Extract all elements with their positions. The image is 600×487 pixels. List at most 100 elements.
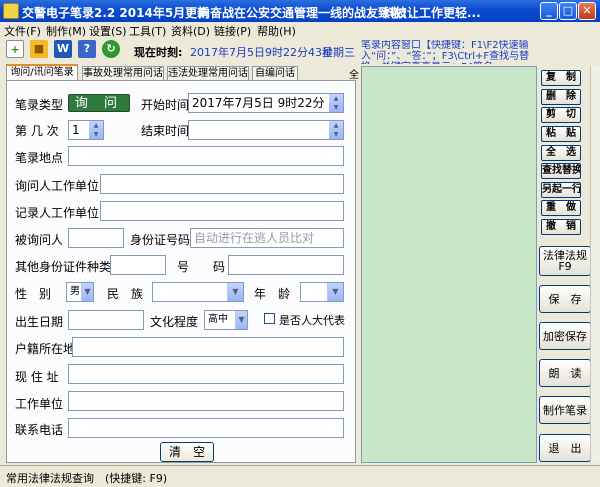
window-tagline: 科技让工作更轻... [383,6,481,20]
phone-input[interactable] [68,418,344,438]
app-icon [3,3,19,19]
times-value: 1 [72,123,80,137]
close-icon[interactable]: ✕ [578,2,596,20]
birth-label: 出生日期 [15,315,64,329]
start-time-field[interactable]: 2017年7月5日 9时22分 ▲ ▼ [188,93,344,113]
nation-label: 民 族 [107,287,144,301]
exit-button[interactable]: 退 出 [539,434,591,462]
household-input[interactable] [72,337,344,357]
maximize-icon[interactable]: □ [559,2,577,20]
paste-button[interactable]: 粘 贴 [541,126,581,142]
end-time-label: 结束时间 [141,124,190,138]
nation-select[interactable]: ▼ [152,282,244,302]
gender-select[interactable]: 男 ▼ [66,282,94,302]
record-type-label: 笔录类型 [15,98,64,112]
menu-links[interactable]: 链接(P) [214,23,251,39]
interrogator-unit-input[interactable] [100,174,344,194]
person-label: 被询问人 [15,233,64,247]
encrypt-save-button[interactable]: 加密保存 [539,322,591,350]
times-spin-icon[interactable]: ▲ ▼ [89,121,103,139]
education-select[interactable]: 高中 ▼ [204,310,248,330]
menu-data[interactable]: 资料(D) [171,23,210,39]
chevron-down-icon[interactable]: ▼ [227,283,243,301]
chevron-down-icon[interactable]: ▼ [235,311,247,329]
times-stepper[interactable]: 1 ▲ ▼ [68,120,104,140]
notes-editor[interactable] [361,66,537,463]
new-line-button[interactable]: 另起一行 [541,182,581,198]
undo-button[interactable]: 撤 销 [541,219,581,235]
menu-tools[interactable]: 工具(T) [129,23,166,39]
word-icon[interactable]: W [54,40,72,58]
work-unit-input[interactable] [68,391,344,411]
time-label: 现在时刻: [134,46,183,59]
help-icon[interactable]: ? [78,40,96,58]
npc-checkbox[interactable] [264,313,275,324]
location-label: 笔录地点 [15,151,64,165]
notes-header: 笔录内容窗口【快捷键：F1\F2快速输入“问：”、“答：”；F3\Ctrl+F查… [361,40,530,64]
id-number-input[interactable]: 自动进行在逃人员比对 [190,228,344,248]
save-icon[interactable]: ■ [30,40,48,58]
phone-label: 联系电话 [15,423,64,437]
tab-all[interactable]: 全 [349,66,359,81]
end-time-field[interactable]: ▲ ▼ [188,120,344,140]
id-number-label: 身份证号码 [130,233,191,247]
make-record-button[interactable]: 制作笔录 [539,396,591,424]
tab-accident-questions[interactable]: 事故处理常用问话 [82,66,164,81]
minimize-icon[interactable]: _ [540,2,558,20]
menu-help[interactable]: 帮助(H) [257,23,296,39]
select-all-button[interactable]: 全 选 [541,145,581,161]
gender-value: 男 [70,286,80,297]
find-replace-button[interactable]: 查找替换 [541,163,581,179]
time-value: 2017年7月5日9时22分43秒 [190,46,333,59]
law-lookup-button[interactable]: 法律法规 F9 [539,246,591,276]
household-label: 户籍所在地 [15,342,76,356]
copy-button[interactable]: 复 制 [541,70,581,86]
work-unit-label: 工作单位 [15,397,64,411]
record-type-button[interactable]: 询 问 [68,94,130,112]
tab-interrogation-record[interactable]: 询问/讯问笔录 [6,64,78,81]
weekday: 星期三 [322,46,355,59]
window-slogan: 向奋战在公安交通管理一线的战友致敬! [198,6,408,20]
delete-button[interactable]: 删 除 [541,89,581,105]
window-title: 交警电子笔录2.2 2014年5月更新 [22,6,210,20]
menu-file[interactable]: 文件(F) [4,23,41,39]
education-value: 高中 [208,314,228,325]
law-lookup-key: F9 [558,260,572,273]
tab-violation-questions[interactable]: 违法处理常用问话 [167,66,249,81]
interrogator-unit-label: 询问人工作单位 [15,179,100,193]
read-aloud-button[interactable]: 朗 读 [539,359,591,387]
start-time-value: 2017年7月5日 9时22分 [192,96,325,110]
menu-make[interactable]: 制作(M) [46,23,86,39]
save-button[interactable]: 保 存 [539,285,591,313]
menu-settings[interactable]: 设置(S) [89,23,127,39]
age-label: 年 龄 [254,287,291,301]
location-input[interactable] [68,146,344,166]
other-id-input[interactable] [110,255,166,275]
title-bar: 交警电子笔录2.2 2014年5月更新 向奋战在公安交通管理一线的战友致敬! 科… [0,0,600,22]
right-scrollbar[interactable] [590,66,600,463]
other-id-label: 其他身份证件种类 [15,260,112,274]
cut-button[interactable]: 剪 切 [541,107,581,123]
start-time-spin-icon[interactable]: ▲ ▼ [329,94,343,112]
status-text: 常用法律法规查询 (快捷键: F9) [6,472,168,485]
address-input[interactable] [68,364,344,384]
recorder-unit-label: 记录人工作单位 [15,206,100,220]
tab-custom-questions[interactable]: 自编问话 [252,66,298,81]
clear-button[interactable]: 清 空 [160,442,214,462]
end-time-spin-icon[interactable]: ▲ ▼ [329,121,343,139]
number-input[interactable] [228,255,344,275]
person-input[interactable] [68,228,124,248]
birth-input[interactable] [68,310,144,330]
start-time-label: 开始时间 [141,98,190,112]
tab-strip: 询问/讯问笔录 事故处理常用问话 违法处理常用问话 自编问话 [6,64,362,81]
refresh-icon[interactable]: ↻ [102,40,120,58]
age-select[interactable]: ▼ [300,282,344,302]
npc-label: 是否人大代表 [279,314,345,327]
new-document-icon[interactable]: + [6,40,24,58]
chevron-down-icon[interactable]: ▼ [327,283,343,301]
redo-button[interactable]: 重 做 [541,200,581,216]
chevron-down-icon[interactable]: ▼ [81,283,93,301]
recorder-unit-input[interactable] [100,201,344,221]
times-label: 第 几 次 [15,124,59,138]
number-label: 号 码 [177,260,226,274]
